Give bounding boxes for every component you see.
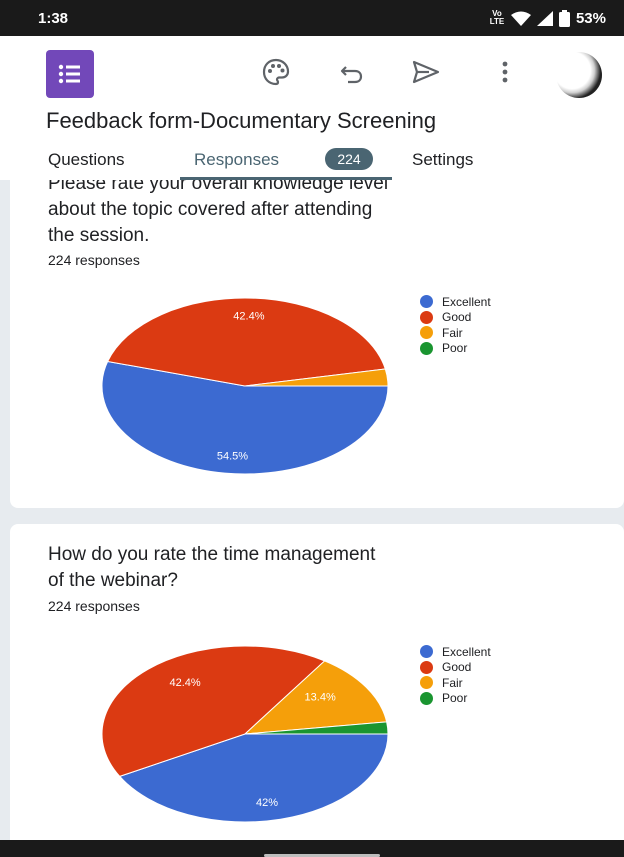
tabs: Questions Responses 224 Settings — [0, 140, 624, 180]
more-vert-icon[interactable] — [485, 52, 525, 92]
question-2-line-2: of the webinar? — [48, 570, 178, 591]
wifi-icon — [510, 11, 531, 26]
chart-legend-2: Excellent Good Fair Poor — [420, 644, 491, 706]
legend-label-excellent: Excellent — [442, 294, 491, 309]
volte-icon: Vo LTE — [489, 9, 505, 26]
legend-dot-poor — [420, 691, 433, 705]
tab-settings[interactable]: Settings — [412, 150, 473, 170]
question-card-1: Please rate your overall knowledge level… — [10, 180, 624, 508]
tab-responses[interactable]: Responses — [194, 150, 279, 170]
legend-item-fair: Fair — [420, 675, 491, 691]
forms-logo-icon[interactable] — [46, 50, 94, 98]
legend-item-excellent: Excellent — [420, 644, 491, 660]
palette-icon[interactable] — [256, 52, 296, 92]
undo-icon[interactable] — [332, 52, 372, 92]
legend-item-fair: Fair — [420, 325, 491, 341]
legend-item-good: Good — [420, 310, 491, 326]
question-title-1: Please rate your overall knowledge level… — [48, 180, 528, 249]
pie-chart-1: 54.5% 42.4% — [101, 297, 389, 475]
question-title-2: How do you rate the time management of t… — [48, 542, 528, 594]
pie-label-excellent: 42% — [256, 797, 278, 809]
pie-label-fair: 13.4% — [305, 692, 336, 704]
legend-item-poor: Poor — [420, 691, 491, 707]
pie-chart-2: 42% 42.4% 13.4% — [101, 645, 389, 823]
status-icons: Vo LTE 53% — [489, 9, 606, 27]
legend-label-fair: Fair — [442, 675, 463, 690]
status-bar: 1:38 Vo LTE 53% — [0, 0, 624, 36]
responses-content[interactable]: Please rate your overall knowledge level… — [0, 180, 624, 840]
battery-icon — [558, 9, 570, 27]
legend-dot-good — [420, 660, 433, 674]
legend-dot-excellent — [420, 645, 433, 659]
pie-label-good: 42.4% — [170, 677, 201, 689]
legend-label-good: Good — [442, 310, 472, 325]
battery-percent: 53% — [575, 9, 606, 27]
app-bar — [0, 36, 624, 100]
legend-dot-excellent — [420, 295, 433, 309]
question-1-line-1: Please rate your overall knowledge level — [48, 180, 389, 194]
legend-item-excellent: Excellent — [420, 294, 491, 310]
pie-label-excellent: 54.5% — [217, 451, 248, 463]
legend-dot-good — [420, 310, 433, 324]
legend-label-poor: Poor — [442, 691, 468, 706]
response-count-1: 224 responses — [48, 252, 140, 268]
avatar[interactable] — [556, 52, 602, 98]
legend-item-good: Good — [420, 660, 491, 676]
legend-dot-fair — [420, 326, 433, 340]
tab-questions[interactable]: Questions — [48, 150, 125, 170]
question-card-2: How do you rate the time management of t… — [10, 524, 624, 840]
legend-label-excellent: Excellent — [442, 644, 491, 659]
send-icon[interactable] — [406, 52, 446, 92]
legend-label-poor: Poor — [442, 341, 468, 356]
chart-legend-1: Excellent Good Fair Poor — [420, 294, 491, 356]
question-1-line-3: the session. — [48, 225, 150, 246]
question-2-line-1: How do you rate the time management — [48, 544, 376, 565]
legend-dot-poor — [420, 341, 433, 355]
pie-label-good: 42.4% — [233, 311, 264, 323]
question-1-line-2: about the topic covered after attending — [48, 199, 373, 220]
legend-label-good: Good — [442, 660, 472, 675]
signal-icon — [536, 10, 553, 26]
legend-label-fair: Fair — [442, 325, 463, 340]
responses-count-badge: 224 — [325, 148, 373, 170]
form-title: Feedback form-Documentary Screening — [46, 108, 437, 133]
status-time: 1:38 — [38, 9, 69, 27]
legend-dot-fair — [420, 676, 433, 690]
response-count-2: 224 responses — [48, 598, 140, 614]
legend-item-poor: Poor — [420, 341, 491, 357]
